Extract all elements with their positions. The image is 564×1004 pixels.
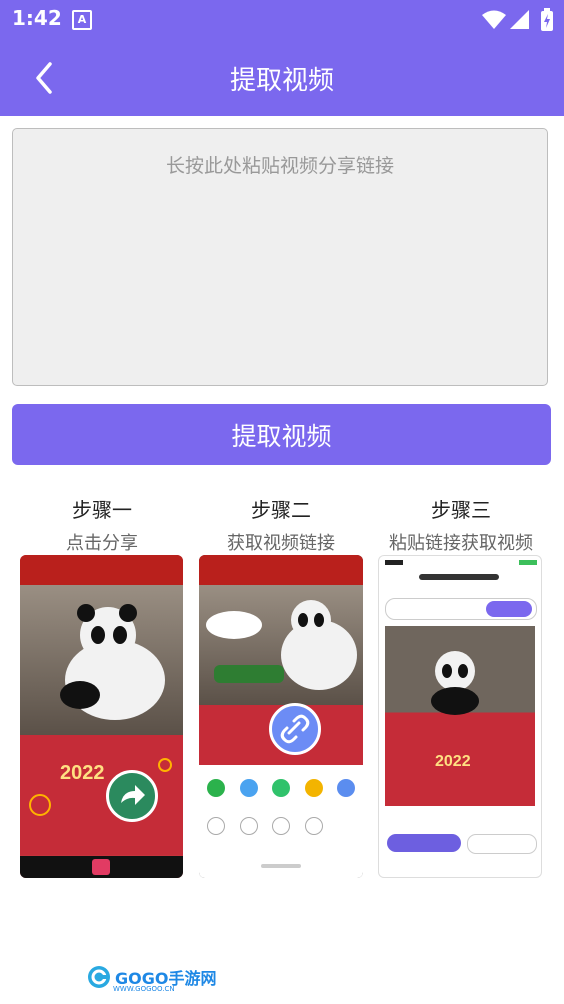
gogo-logo-icon [88, 966, 110, 988]
banner [199, 555, 363, 585]
panda-illustration [60, 604, 165, 720]
wechat-icon [207, 779, 225, 797]
qq-icon [239, 779, 258, 797]
step-three: 步骤三 粘贴链接获取视频 [367, 494, 555, 555]
step-two: 步骤二 获取视频链接 [187, 494, 375, 555]
extract-video-button[interactable]: 提取视频 [12, 404, 551, 465]
share-icon [106, 770, 158, 822]
signal-icon [510, 10, 529, 29]
step-subtitle: 获取视频链接 [227, 533, 335, 554]
bottom-nav [20, 856, 183, 878]
cancel-share [199, 861, 363, 874]
page-title: 提取视频 [229, 66, 334, 96]
wifi-icon [482, 10, 506, 29]
site-watermark: GOGO手游网 WWW.GOGOO.CN [87, 965, 216, 993]
festival-banner: 2022 [20, 735, 183, 855]
plus-icon [92, 859, 110, 875]
share-sheet [199, 765, 363, 878]
step-one-screenshot: 2022 [20, 555, 183, 878]
watermark-url: WWW.GOGOO.CN [113, 985, 175, 993]
panda-image [199, 585, 363, 705]
mini-extract-button [486, 601, 532, 617]
mini-header [379, 556, 541, 592]
step-title: 步骤二 [251, 498, 311, 522]
step-subtitle: 点击分享 [66, 533, 138, 554]
link-input[interactable] [13, 129, 547, 385]
status-time: 1:42 [12, 6, 62, 30]
svg-text:2022: 2022 [60, 762, 105, 784]
festival-art: 2022 [29, 758, 172, 816]
link-icon [269, 703, 321, 755]
mini-video: 2022 [385, 626, 535, 806]
step-title: 步骤三 [431, 498, 491, 522]
step-two-screenshot [199, 555, 363, 878]
report-icon [239, 817, 258, 835]
not-interested-icon [304, 817, 323, 835]
qzone-icon [304, 779, 323, 797]
mini-save-button [387, 834, 461, 852]
step-title: 步骤一 [72, 498, 132, 522]
step-subtitle: 粘贴链接获取视频 [389, 533, 533, 554]
moments-icon [272, 779, 290, 797]
panda-illustration [206, 600, 357, 690]
battery-icon [541, 8, 553, 31]
favorite-icon [207, 817, 225, 835]
panda-image [20, 585, 183, 735]
step-one: 步骤一 点击分享 [8, 494, 196, 555]
step-three-screenshot: 2022 [378, 555, 542, 878]
app-bar: 提取视频 [0, 40, 564, 116]
notification-a-icon: A [72, 10, 92, 30]
banner [20, 555, 183, 585]
mini-input [385, 598, 537, 620]
save-video-icon [272, 817, 290, 835]
svg-text:2022: 2022 [435, 753, 471, 770]
link-input-box[interactable] [12, 128, 548, 386]
copy-link-icon [337, 779, 355, 797]
status-bar: 1:42 A [0, 0, 564, 40]
mini-copy-button [467, 834, 537, 854]
